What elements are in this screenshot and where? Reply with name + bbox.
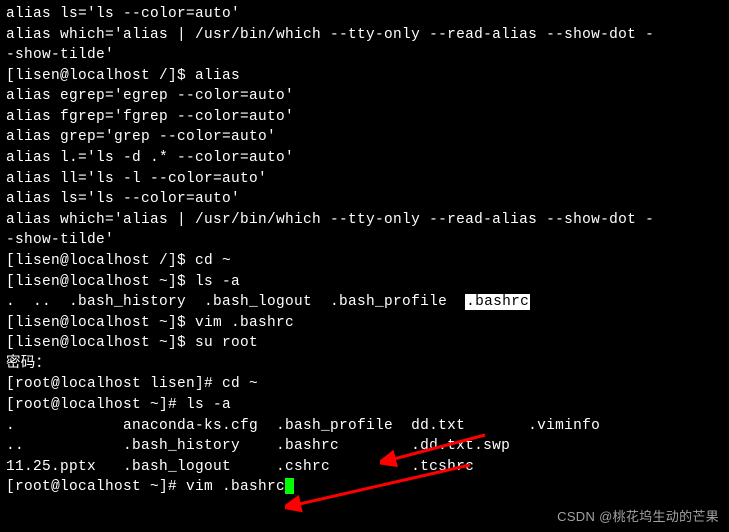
watermark-text: CSDN @桃花坞生动的芒果: [557, 508, 719, 526]
output-line: -show-tilde': [6, 45, 723, 66]
terminal-output[interactable]: alias ls='ls --color=auto' alias which='…: [6, 4, 723, 498]
prompt-line: [root@localhost ~]# vim .bashrc: [6, 477, 723, 498]
terminal-cursor: [285, 478, 294, 494]
output-line: alias l.='ls -d .* --color=auto': [6, 148, 723, 169]
prompt-line: [lisen@localhost ~]$ ls -a: [6, 272, 723, 293]
output-line: -show-tilde': [6, 230, 723, 251]
output-line: . anaconda-ks.cfg .bash_profile dd.txt .…: [6, 416, 723, 437]
prompt-line: [lisen@localhost ~]$ su root: [6, 333, 723, 354]
output-line: . .. .bash_history .bash_logout .bash_pr…: [6, 292, 723, 313]
password-prompt: 密码：: [6, 354, 723, 375]
output-line: alias egrep='egrep --color=auto': [6, 86, 723, 107]
prompt-line: [lisen@localhost /]$ cd ~: [6, 251, 723, 272]
output-line: alias grep='grep --color=auto': [6, 127, 723, 148]
output-line: alias which='alias | /usr/bin/which --tt…: [6, 210, 723, 231]
output-line: .. .bash_history .bashrc .dd.txt.swp: [6, 436, 723, 457]
output-line: alias fgrep='fgrep --color=auto': [6, 107, 723, 128]
prompt-line: [root@localhost lisen]# cd ~: [6, 374, 723, 395]
output-line: 11.25.pptx .bash_logout .cshrc .tcshrc: [6, 457, 723, 478]
prompt-line: [lisen@localhost ~]$ vim .bashrc: [6, 313, 723, 334]
output-line: alias ll='ls -l --color=auto': [6, 169, 723, 190]
highlighted-file: .bashrc: [465, 294, 530, 310]
output-line: alias ls='ls --color=auto': [6, 4, 723, 25]
output-line: alias which='alias | /usr/bin/which --tt…: [6, 25, 723, 46]
prompt-line: [lisen@localhost /]$ alias: [6, 66, 723, 87]
prompt-line: [root@localhost ~]# ls -a: [6, 395, 723, 416]
output-line: alias ls='ls --color=auto': [6, 189, 723, 210]
